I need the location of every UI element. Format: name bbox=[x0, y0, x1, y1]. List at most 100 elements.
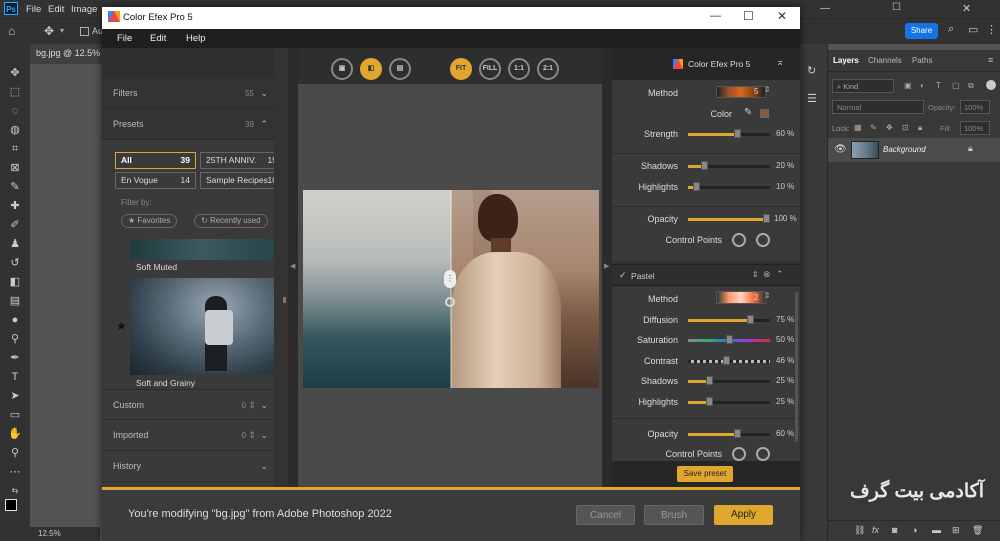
preset-filter-sample-recipes[interactable]: Sample Recipes 10 bbox=[200, 172, 283, 189]
zoom-fill-button[interactable]: FILL bbox=[479, 58, 501, 80]
method-preview-swatch[interactable] bbox=[716, 86, 766, 98]
opacity-slider[interactable] bbox=[688, 214, 770, 223]
cancel-button[interactable]: Cancel bbox=[576, 505, 635, 525]
eyedropper-tool-icon[interactable]: ✎ bbox=[7, 180, 23, 194]
recently-used-filter-button[interactable]: ↻ Recently used bbox=[194, 214, 268, 228]
workspace-icon[interactable]: ▭ bbox=[968, 23, 978, 36]
pen-tool-icon[interactable]: ✒ bbox=[7, 351, 23, 365]
side-by-side-icon[interactable]: ▤ bbox=[389, 58, 411, 80]
marquee-tool-icon[interactable]: ⬚ bbox=[7, 85, 23, 99]
highlights-slider[interactable] bbox=[688, 182, 770, 191]
lasso-tool-icon[interactable]: ◌ bbox=[7, 104, 23, 118]
saturation-slider[interactable] bbox=[688, 335, 770, 344]
chevron-down-icon[interactable]: ⌄ bbox=[260, 390, 268, 421]
layer-name[interactable]: Background bbox=[883, 145, 926, 154]
type-tool-icon[interactable]: T bbox=[7, 370, 23, 384]
move-tool-icon[interactable]: ✥ bbox=[7, 66, 23, 80]
zoom-2-1-button[interactable]: 2:1 bbox=[537, 58, 559, 80]
chevron-down-icon[interactable]: ▾ bbox=[60, 26, 64, 35]
history-section-header[interactable]: History ⌄ bbox=[102, 451, 274, 482]
preset-thumbnail-soft-muted[interactable] bbox=[130, 239, 275, 260]
preview-image[interactable]: ⋮ bbox=[303, 190, 599, 388]
zoom-tool-icon[interactable]: ⚲ bbox=[7, 446, 23, 460]
chevron-up-icon[interactable]: ⌃ bbox=[776, 269, 784, 280]
custom-section-header[interactable]: Custom 0 ⇕ ⌄ bbox=[102, 389, 274, 420]
window-close-icon[interactable]: ✕ bbox=[777, 9, 787, 23]
hand-tool-icon[interactable]: ✋ bbox=[7, 427, 23, 441]
maximize-icon[interactable]: ☐ bbox=[892, 2, 901, 13]
move-tool-icon[interactable]: ✥ bbox=[44, 24, 54, 38]
apply-button[interactable]: Apply bbox=[714, 505, 773, 525]
rectangle-tool-icon[interactable]: ▭ bbox=[7, 408, 23, 422]
split-rotate-icon[interactable] bbox=[445, 297, 455, 307]
filter-toggle[interactable] bbox=[986, 80, 996, 90]
lock-all-icon[interactable]: 🔒︎ bbox=[918, 123, 922, 133]
panel-menu-icon[interactable]: ≡ bbox=[988, 55, 993, 65]
split-handle-icon[interactable]: ⋮ bbox=[444, 270, 456, 288]
color-swatch[interactable] bbox=[760, 109, 769, 118]
opacity-input[interactable]: 100% bbox=[960, 100, 990, 114]
collapse-all-icon[interactable]: ⌅ bbox=[776, 57, 784, 68]
healing-tool-icon[interactable]: ✚ bbox=[7, 199, 23, 213]
more-tools-icon[interactable]: ⋯ bbox=[7, 465, 23, 479]
plugin-menu-edit[interactable]: Edit bbox=[150, 33, 166, 44]
blur-tool-icon[interactable]: ● bbox=[7, 313, 23, 327]
collapse-left-icon[interactable]: ◀ bbox=[290, 262, 295, 270]
pastel-highlights-slider[interactable] bbox=[688, 397, 770, 406]
lock-pixels-icon[interactable]: ▦ bbox=[854, 123, 862, 132]
search-icon[interactable]: ⌕ bbox=[948, 23, 954, 36]
lock-paint-icon[interactable]: ✎ bbox=[870, 123, 877, 132]
fx-icon[interactable]: fx bbox=[872, 525, 879, 535]
ps-menu-image[interactable]: Image bbox=[71, 4, 97, 15]
foreground-color-swatch[interactable] bbox=[5, 499, 17, 511]
shadows-slider[interactable] bbox=[688, 161, 770, 170]
single-view-icon[interactable]: ▣ bbox=[331, 58, 353, 80]
stamp-tool-icon[interactable]: ♟ bbox=[7, 237, 23, 251]
tab-paths[interactable]: Paths bbox=[912, 56, 932, 65]
brush-tool-icon[interactable]: ✐ bbox=[7, 218, 23, 232]
home-icon[interactable]: ⌂ bbox=[8, 24, 15, 38]
frame-tool-icon[interactable]: ⊠ bbox=[7, 161, 23, 175]
favorites-filter-button[interactable]: ★ Favorites bbox=[121, 214, 178, 228]
eyedropper-icon[interactable]: ✎ bbox=[744, 107, 752, 118]
document-tab[interactable]: bg.jpg @ 12.5% bbox=[30, 44, 102, 64]
pastel-filter-header[interactable]: ✓ Pastel ⇕ ⊗ ⌃ bbox=[612, 264, 800, 286]
save-preset-button[interactable]: Save preset bbox=[677, 466, 733, 482]
preset-filter-en-vogue[interactable]: En Vogue 14 bbox=[115, 172, 196, 189]
pastel-shadows-slider[interactable] bbox=[688, 376, 770, 385]
zoom-fit-button[interactable]: FIT bbox=[450, 58, 472, 80]
plugin-menu-file[interactable]: File bbox=[117, 33, 132, 44]
new-group-icon[interactable]: ▬ bbox=[932, 525, 941, 535]
new-layer-icon[interactable]: ⊞ bbox=[952, 525, 960, 536]
left-scrollbar-thumb[interactable] bbox=[283, 297, 286, 303]
filter-type-icon[interactable]: T bbox=[936, 81, 941, 90]
reorder-icon[interactable]: ⇕ bbox=[752, 270, 759, 279]
collapse-right-icon[interactable]: ▶ bbox=[604, 262, 609, 270]
favorite-star-icon[interactable]: ★ bbox=[116, 319, 127, 333]
sort-icon[interactable]: ⇕ bbox=[248, 390, 256, 421]
minimize-icon[interactable]: — bbox=[820, 3, 830, 14]
pastel-method-swatch[interactable] bbox=[716, 291, 766, 304]
layer-row-background[interactable]: 👁︎ Background 🔒︎ bbox=[828, 138, 1000, 162]
delete-layer-icon[interactable]: 🗑︎ bbox=[972, 525, 983, 536]
eraser-tool-icon[interactable]: ◧ bbox=[7, 275, 23, 289]
preset-filter-25th[interactable]: 25TH ANNIV. 15 bbox=[200, 152, 283, 169]
visibility-eye-icon[interactable]: 👁︎ bbox=[834, 144, 847, 155]
window-minimize-icon[interactable]: — bbox=[710, 10, 721, 22]
dodge-tool-icon[interactable]: ⚲ bbox=[7, 332, 23, 346]
blend-mode-select[interactable]: Normal bbox=[832, 100, 924, 114]
auto-select-checkbox[interactable] bbox=[80, 27, 89, 36]
add-mask-icon[interactable]: ◙ bbox=[892, 525, 897, 535]
adjustment-layer-icon[interactable]: ◑ bbox=[912, 525, 917, 535]
method-stepper-icon[interactable]: ⇕ bbox=[764, 291, 771, 300]
tab-layers[interactable]: Layers bbox=[833, 56, 859, 65]
tab-channels[interactable]: Channels bbox=[868, 56, 902, 65]
subtract-control-point-icon[interactable] bbox=[756, 233, 770, 247]
gradient-tool-icon[interactable]: ▤ bbox=[7, 294, 23, 308]
filters-section-header[interactable]: Filters 55 ⌄ bbox=[102, 78, 274, 109]
ps-menu-edit[interactable]: Edit bbox=[48, 4, 64, 15]
filter-smart-icon[interactable]: ⧉ bbox=[968, 81, 974, 91]
adjustments-panel-icon[interactable]: ☰ bbox=[807, 92, 817, 105]
more-icon[interactable]: ⋮ bbox=[986, 23, 997, 36]
filter-adjust-icon[interactable]: ◐ bbox=[920, 81, 925, 90]
